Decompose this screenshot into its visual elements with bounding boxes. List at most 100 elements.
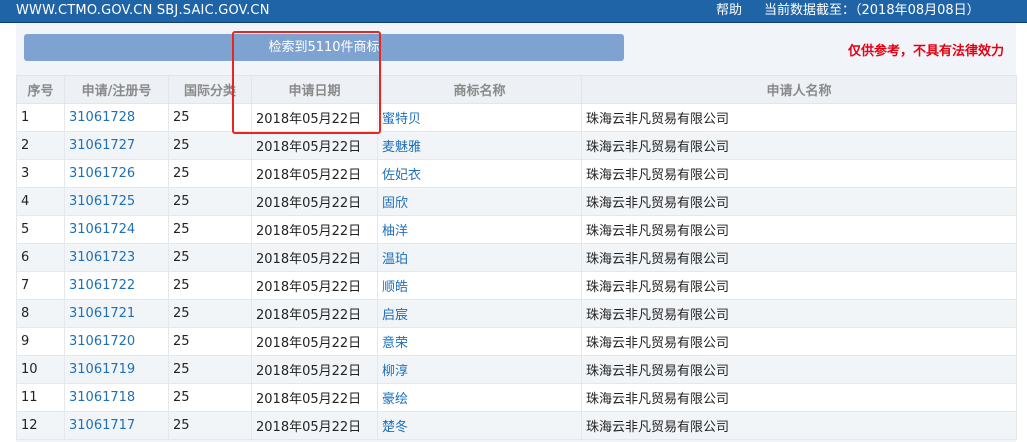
- table-cell: 31061717: [64, 411, 169, 440]
- table-cell: 2018年05月22日: [251, 243, 378, 272]
- row-class: 25: [173, 334, 190, 349]
- reg-number-link[interactable]: 31061722: [69, 278, 135, 293]
- trademark-name-link[interactable]: 顺皓: [382, 280, 408, 295]
- table-cell: 31061719: [64, 355, 169, 384]
- reg-number-link[interactable]: 31061718: [69, 390, 135, 405]
- trademark-name-link[interactable]: 启宸: [382, 308, 408, 323]
- row-class: 25: [173, 306, 190, 321]
- row-applicant: 珠海云非凡贸易有限公司: [586, 196, 730, 211]
- table-row: 2 31061727 25 2018年05月22日 麦魅雅 珠海云非凡贸易有限公司: [16, 131, 1017, 160]
- reg-number-link[interactable]: 31061724: [69, 222, 135, 237]
- trademark-name-link[interactable]: 柳淳: [382, 364, 408, 379]
- table-cell: 4: [16, 187, 65, 216]
- row-date: 2018年05月22日: [256, 168, 362, 183]
- reg-number-link[interactable]: 31061719: [69, 362, 135, 377]
- trademark-name-link[interactable]: 温珀: [382, 252, 408, 267]
- table-cell: 珠海云非凡贸易有限公司: [581, 187, 1017, 216]
- row-date: 2018年05月22日: [256, 280, 362, 295]
- table-cell: 25: [168, 327, 252, 356]
- table-cell: 25: [168, 383, 252, 412]
- table-cell: 25: [168, 355, 252, 384]
- table-cell: 麦魅雅: [377, 131, 582, 160]
- row-class: 25: [173, 194, 190, 209]
- table-cell: 温珀: [377, 243, 582, 272]
- reg-number-link[interactable]: 31061725: [69, 194, 135, 209]
- row-serial: 11: [21, 390, 38, 405]
- row-date: 2018年05月22日: [256, 224, 362, 239]
- row-date: 2018年05月22日: [256, 308, 362, 323]
- reg-number-link[interactable]: 31061723: [69, 250, 135, 265]
- table-cell: 启宸: [377, 299, 582, 328]
- site-domains: WWW.CTMO.GOV.CN SBJ.SAIC.GOV.CN: [16, 3, 270, 18]
- table-cell: 31061723: [64, 243, 169, 272]
- row-date: 2018年05月22日: [256, 112, 362, 127]
- trademark-name-link[interactable]: 佐妃衣: [382, 168, 421, 183]
- row-serial: 7: [21, 278, 30, 293]
- table-cell: 25: [168, 243, 252, 272]
- reg-number-link[interactable]: 31061720: [69, 334, 135, 349]
- column-header-serial: 序号: [16, 75, 65, 104]
- row-class: 25: [173, 362, 190, 377]
- trademark-name-link[interactable]: 蜜特贝: [382, 112, 421, 127]
- table-cell: 珠海云非凡贸易有限公司: [581, 131, 1017, 160]
- row-applicant: 珠海云非凡贸易有限公司: [586, 420, 730, 435]
- help-link[interactable]: 帮助: [716, 0, 742, 22]
- table-cell: 楚冬: [377, 411, 582, 440]
- reg-number-link[interactable]: 31061717: [69, 418, 135, 433]
- table-cell: 珠海云非凡贸易有限公司: [581, 411, 1017, 440]
- table-cell: 25: [168, 103, 252, 132]
- row-date: 2018年05月22日: [256, 196, 362, 211]
- table-row: 8 31061721 25 2018年05月22日 启宸 珠海云非凡贸易有限公司: [16, 299, 1017, 328]
- results-table: 序号 申请/注册号 国际分类 申请日期 商标名称 申请人名称 1 31061728…: [16, 75, 1017, 440]
- data-as-of-date: 当前数据截至：（2018年08月08日）: [764, 3, 980, 18]
- trademark-name-link[interactable]: 固欣: [382, 196, 408, 211]
- table-cell: 珠海云非凡贸易有限公司: [581, 159, 1017, 188]
- row-applicant: 珠海云非凡贸易有限公司: [586, 280, 730, 295]
- reg-number-link[interactable]: 31061727: [69, 138, 135, 153]
- row-applicant: 珠海云非凡贸易有限公司: [586, 140, 730, 155]
- reg-number-link[interactable]: 31061721: [69, 306, 135, 321]
- row-serial: 1: [21, 110, 30, 125]
- table-row: 6 31061723 25 2018年05月22日 温珀 珠海云非凡贸易有限公司: [16, 243, 1017, 272]
- table-cell: 25: [168, 271, 252, 300]
- trademark-name-link[interactable]: 豪绘: [382, 392, 408, 407]
- table-cell: 12: [16, 411, 65, 440]
- row-serial: 4: [21, 194, 30, 209]
- row-serial: 3: [21, 166, 30, 181]
- reg-number-link[interactable]: 31061728: [69, 110, 135, 125]
- table-cell: 珠海云非凡贸易有限公司: [581, 103, 1017, 132]
- trademark-name-link[interactable]: 柚洋: [382, 224, 408, 239]
- table-row: 1 31061728 25 2018年05月22日 蜜特贝 珠海云非凡贸易有限公司: [16, 103, 1017, 132]
- column-header-mark-name: 商标名称: [377, 75, 582, 104]
- trademark-name-link[interactable]: 麦魅雅: [382, 140, 421, 155]
- table-cell: 蜜特贝: [377, 103, 582, 132]
- table-cell: 10: [16, 355, 65, 384]
- row-applicant: 珠海云非凡贸易有限公司: [586, 392, 730, 407]
- table-cell: 珠海云非凡贸易有限公司: [581, 355, 1017, 384]
- row-class: 25: [173, 110, 190, 125]
- table-cell: 7: [16, 271, 65, 300]
- table-cell: 25: [168, 411, 252, 440]
- table-cell: 珠海云非凡贸易有限公司: [581, 215, 1017, 244]
- table-row: 12 31061717 25 2018年05月22日 楚冬 珠海云非凡贸易有限公司: [16, 411, 1017, 440]
- column-header-class: 国际分类: [168, 75, 252, 104]
- row-class: 25: [173, 390, 190, 405]
- table-cell: 2018年05月22日: [251, 327, 378, 356]
- table-cell: 25: [168, 299, 252, 328]
- table-cell: 佐妃衣: [377, 159, 582, 188]
- trademark-name-link[interactable]: 意荣: [382, 336, 408, 351]
- row-date: 2018年05月22日: [256, 336, 362, 351]
- row-class: 25: [173, 166, 190, 181]
- table-cell: 25: [168, 159, 252, 188]
- table-cell: 顺皓: [377, 271, 582, 300]
- row-date: 2018年05月22日: [256, 392, 362, 407]
- row-applicant: 珠海云非凡贸易有限公司: [586, 308, 730, 323]
- row-serial: 8: [21, 306, 30, 321]
- row-applicant: 珠海云非凡贸易有限公司: [586, 336, 730, 351]
- trademark-name-link[interactable]: 楚冬: [382, 420, 408, 435]
- table-row: 3 31061726 25 2018年05月22日 佐妃衣 珠海云非凡贸易有限公司: [16, 159, 1017, 188]
- row-serial: 9: [21, 334, 30, 349]
- row-class: 25: [173, 250, 190, 265]
- table-cell: 31061727: [64, 131, 169, 160]
- reg-number-link[interactable]: 31061726: [69, 166, 135, 181]
